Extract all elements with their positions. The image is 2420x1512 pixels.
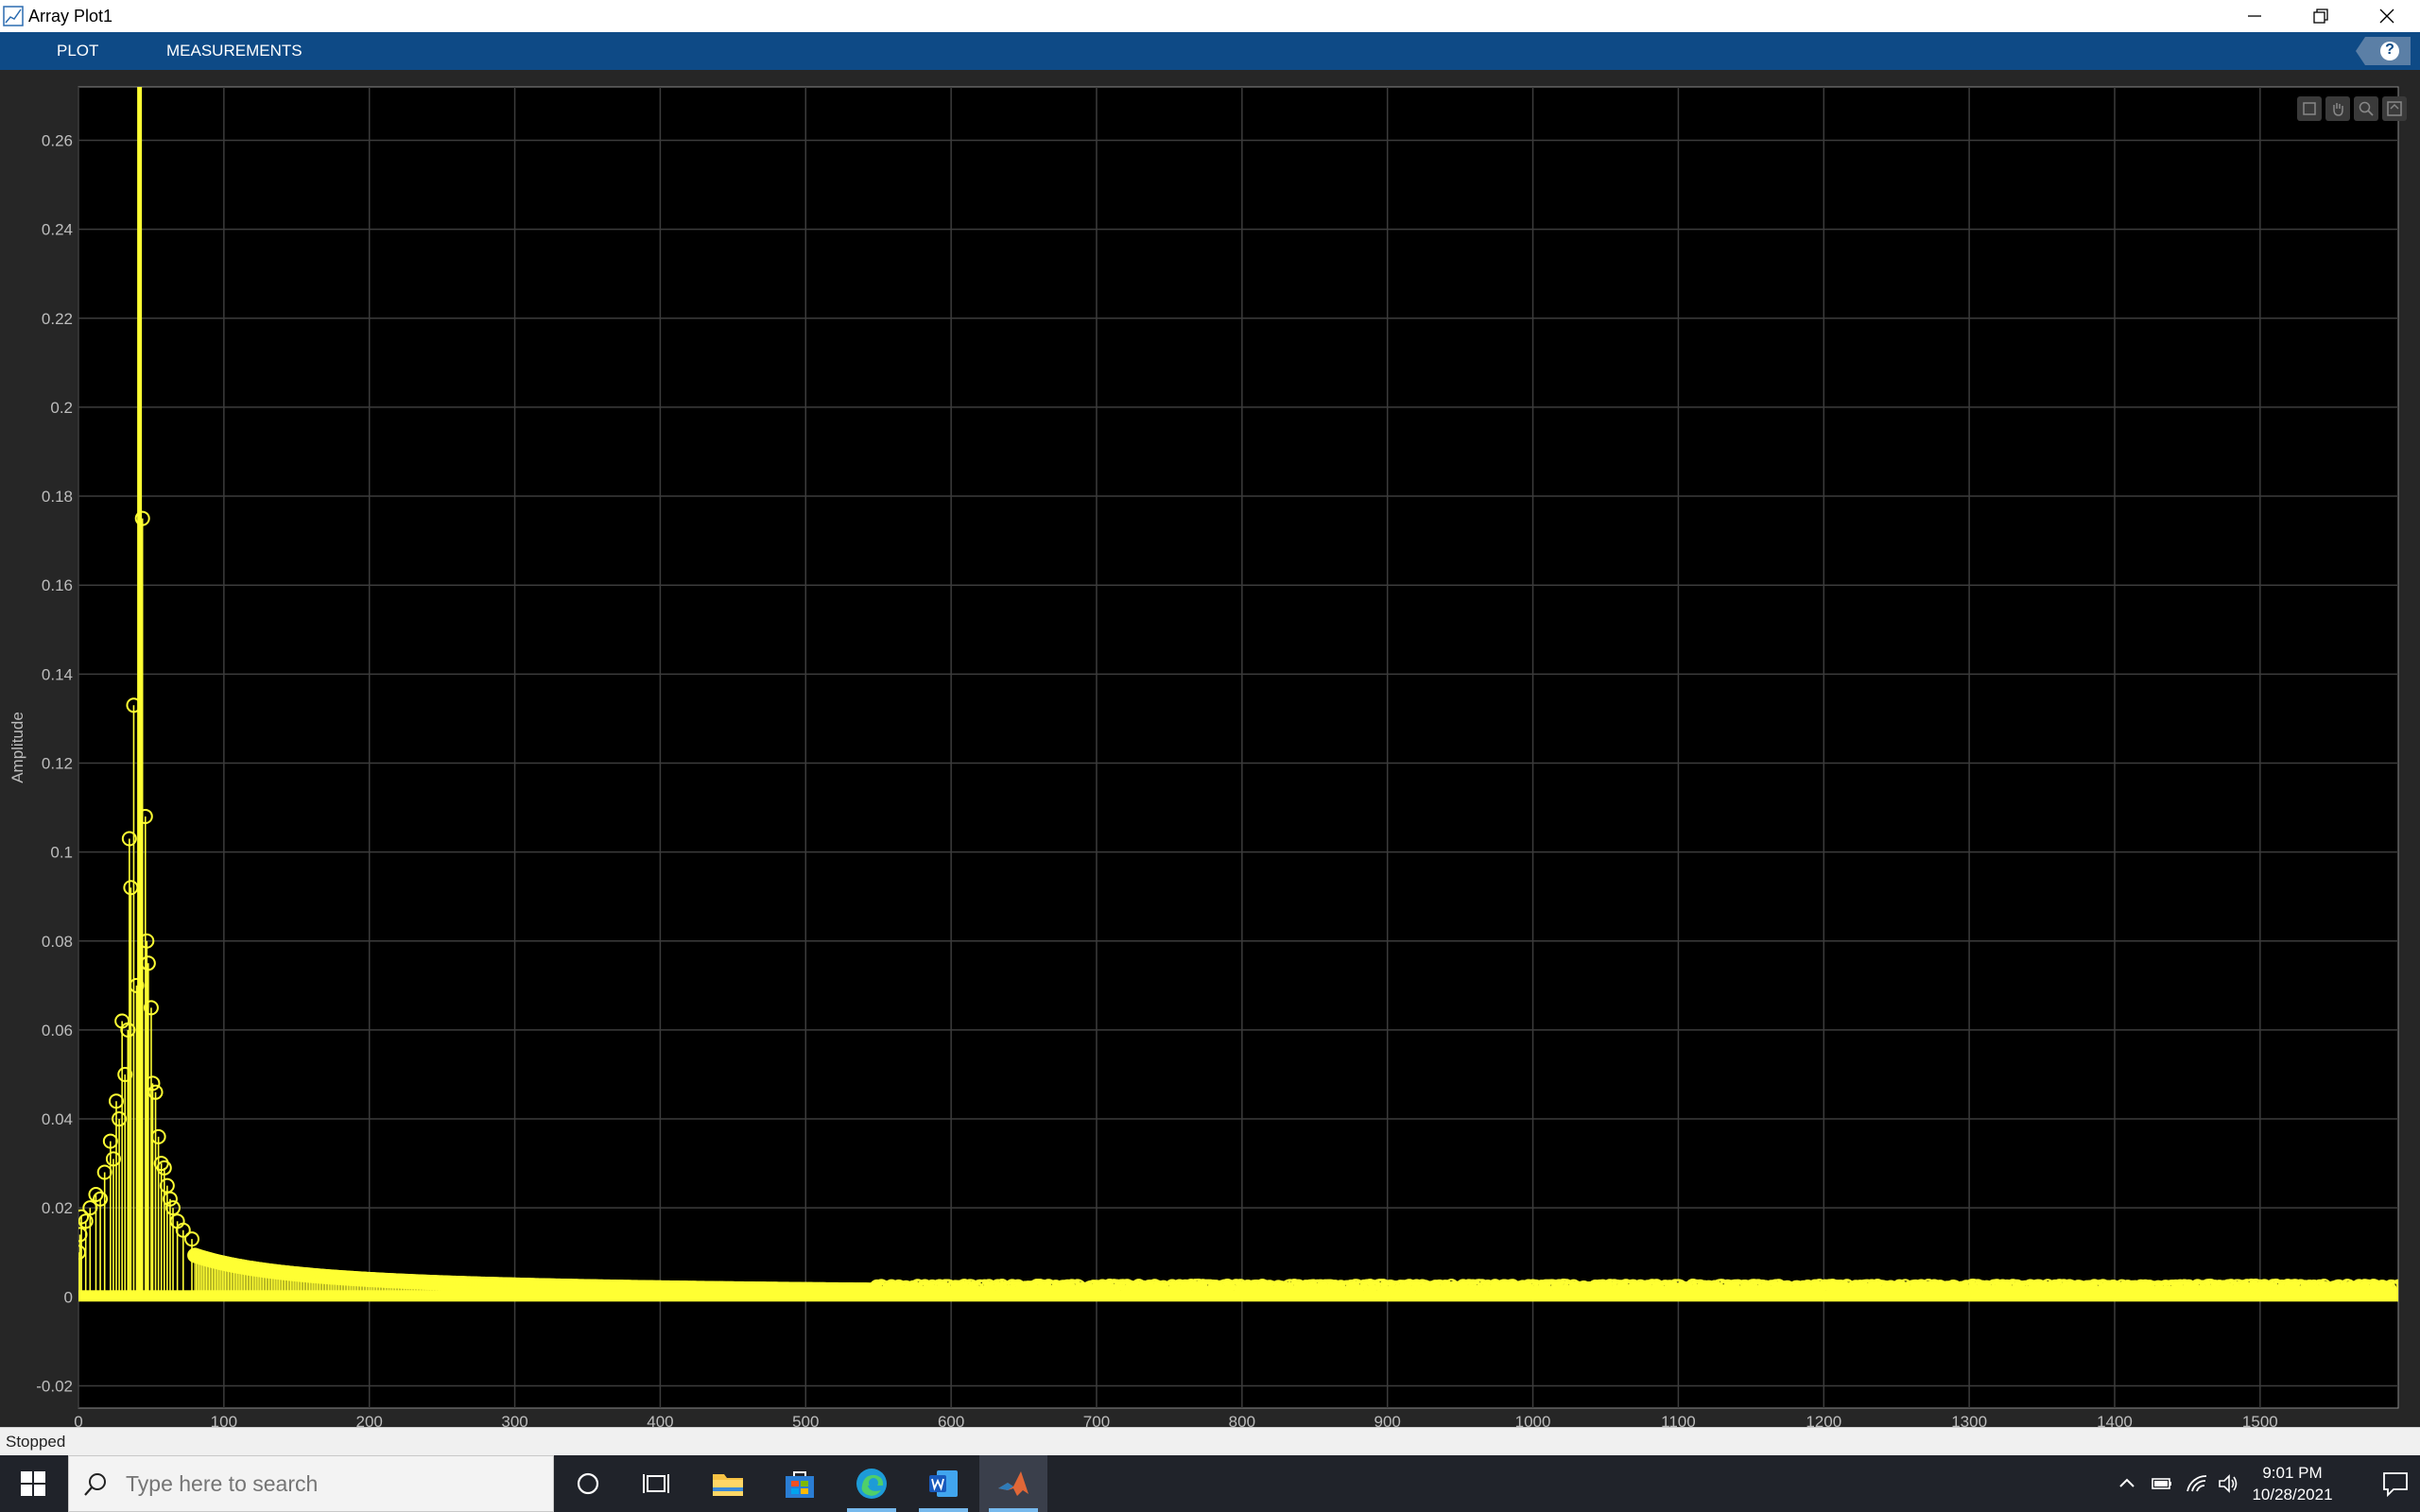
axes-toolbar	[2297, 96, 2407, 121]
zoom-in-button[interactable]	[2354, 96, 2378, 121]
window-title-bar: Array Plot1	[0, 0, 2420, 32]
x-tick-label: 500	[792, 1413, 819, 1427]
y-tick-label: 0.12	[42, 754, 73, 772]
y-tick-label: 0	[64, 1288, 73, 1306]
word-button[interactable]	[909, 1455, 977, 1512]
x-tick-label: 1200	[1806, 1413, 1841, 1427]
toolstrip: PLOT MEASUREMENTS ?	[0, 32, 2420, 70]
y-tick-label: -0.02	[36, 1377, 73, 1395]
taskbar-search-box[interactable]	[68, 1455, 554, 1512]
x-tick-label: 800	[1229, 1413, 1255, 1427]
restore-icon	[2312, 8, 2329, 25]
y-tick-label: 0.02	[42, 1199, 73, 1217]
edge-button[interactable]	[838, 1455, 906, 1512]
window-title: Array Plot1	[28, 6, 112, 26]
data-cursor-button[interactable]	[2297, 96, 2322, 121]
tab-plot[interactable]: PLOT	[57, 32, 98, 70]
data-cursor-icon	[2301, 100, 2318, 117]
x-tick-label: 0	[74, 1413, 82, 1427]
pan-hand-icon	[2329, 100, 2346, 117]
axes-background	[78, 87, 2398, 1408]
start-button[interactable]	[0, 1455, 66, 1512]
file-explorer-button[interactable]	[694, 1455, 762, 1512]
help-button[interactable]: ?	[2356, 37, 2411, 65]
minimize-button[interactable]	[2221, 0, 2288, 32]
y-axis-label: Amplitude	[9, 712, 26, 783]
battery-icon[interactable]	[2151, 1472, 2173, 1495]
array-plot-chart[interactable]: 0 100 200 300 400 500 600 700 800 900 1000 1100 1200…	[0, 70, 2420, 1427]
windows-logo-icon	[21, 1471, 45, 1496]
y-tick-label: 0.18	[42, 488, 73, 506]
y-tick-label: 0.1	[50, 844, 73, 862]
autoscale-icon	[2386, 100, 2403, 117]
taskbar-clock[interactable]: 9:01 PM 10/28/2021	[2240, 1462, 2344, 1505]
y-tick-label: 0.2	[50, 399, 73, 417]
cortana-circle-icon	[575, 1470, 601, 1497]
notification-center-icon[interactable]	[2380, 1469, 2411, 1499]
cortana-button[interactable]	[554, 1455, 622, 1512]
help-icon	[2356, 37, 2411, 65]
zoom-in-icon	[2358, 100, 2375, 117]
restore-button[interactable]	[2288, 0, 2354, 32]
volume-icon[interactable]	[2217, 1472, 2239, 1495]
status-bar: Stopped	[0, 1427, 2420, 1456]
x-tick-label: 1500	[2242, 1413, 2278, 1427]
y-tick-label: 0.04	[42, 1110, 73, 1128]
windows-taskbar: 9:01 PM 10/28/2021	[0, 1455, 2420, 1512]
close-icon	[2378, 8, 2395, 25]
x-tick-label: 200	[356, 1413, 383, 1427]
search-icon	[82, 1471, 109, 1498]
matlab-button[interactable]	[979, 1455, 1047, 1512]
x-tick-label: 700	[1083, 1413, 1110, 1427]
x-tick-label: 1300	[1951, 1413, 1987, 1427]
y-tick-label: 0.06	[42, 1022, 73, 1040]
edge-browser-icon	[855, 1467, 889, 1501]
pan-button[interactable]	[2325, 96, 2350, 121]
close-button[interactable]	[2354, 0, 2420, 32]
wifi-icon[interactable]	[2186, 1472, 2208, 1495]
task-view-icon	[642, 1470, 670, 1497]
folder-icon	[711, 1469, 745, 1498]
x-tick-label: 900	[1374, 1413, 1401, 1427]
x-tick-label: 400	[647, 1413, 673, 1427]
tab-measurements[interactable]: MEASUREMENTS	[166, 32, 302, 70]
x-tick-label: 1100	[1661, 1413, 1696, 1427]
show-hidden-icons-chevron-icon[interactable]	[2116, 1472, 2138, 1495]
y-tick-label: 0.08	[42, 933, 73, 951]
task-view-button[interactable]	[622, 1455, 690, 1512]
array-plot-app-icon	[3, 6, 24, 26]
help-label: ?	[2384, 42, 2395, 59]
y-tick-label: 0.16	[42, 576, 73, 594]
y-tick-label: 0.24	[42, 221, 73, 239]
minimize-icon	[2246, 8, 2263, 25]
x-tick-label: 100	[211, 1413, 237, 1427]
plot-area[interactable]: 0 100 200 300 400 500 600 700 800 900 1000 1100 1200…	[0, 70, 2420, 1427]
search-input[interactable]	[126, 1456, 542, 1511]
matlab-icon	[996, 1468, 1030, 1500]
clock-time: 9:01 PM	[2240, 1462, 2344, 1484]
x-tick-label: 600	[938, 1413, 964, 1427]
x-tick-label: 1400	[2097, 1413, 2133, 1427]
clock-date: 10/28/2021	[2240, 1484, 2344, 1505]
store-button[interactable]	[766, 1455, 834, 1512]
status-text: Stopped	[6, 1433, 65, 1452]
store-bag-icon	[784, 1469, 816, 1499]
autoscale-button[interactable]	[2382, 96, 2407, 121]
y-tick-label: 0.22	[42, 310, 73, 328]
x-tick-label: 1000	[1515, 1413, 1551, 1427]
y-tick-label: 0.14	[42, 665, 73, 683]
word-icon	[927, 1469, 959, 1499]
zero-baseline-band	[78, 1290, 2398, 1301]
x-tick-label: 300	[501, 1413, 527, 1427]
y-tick-label: 0.26	[42, 131, 73, 149]
